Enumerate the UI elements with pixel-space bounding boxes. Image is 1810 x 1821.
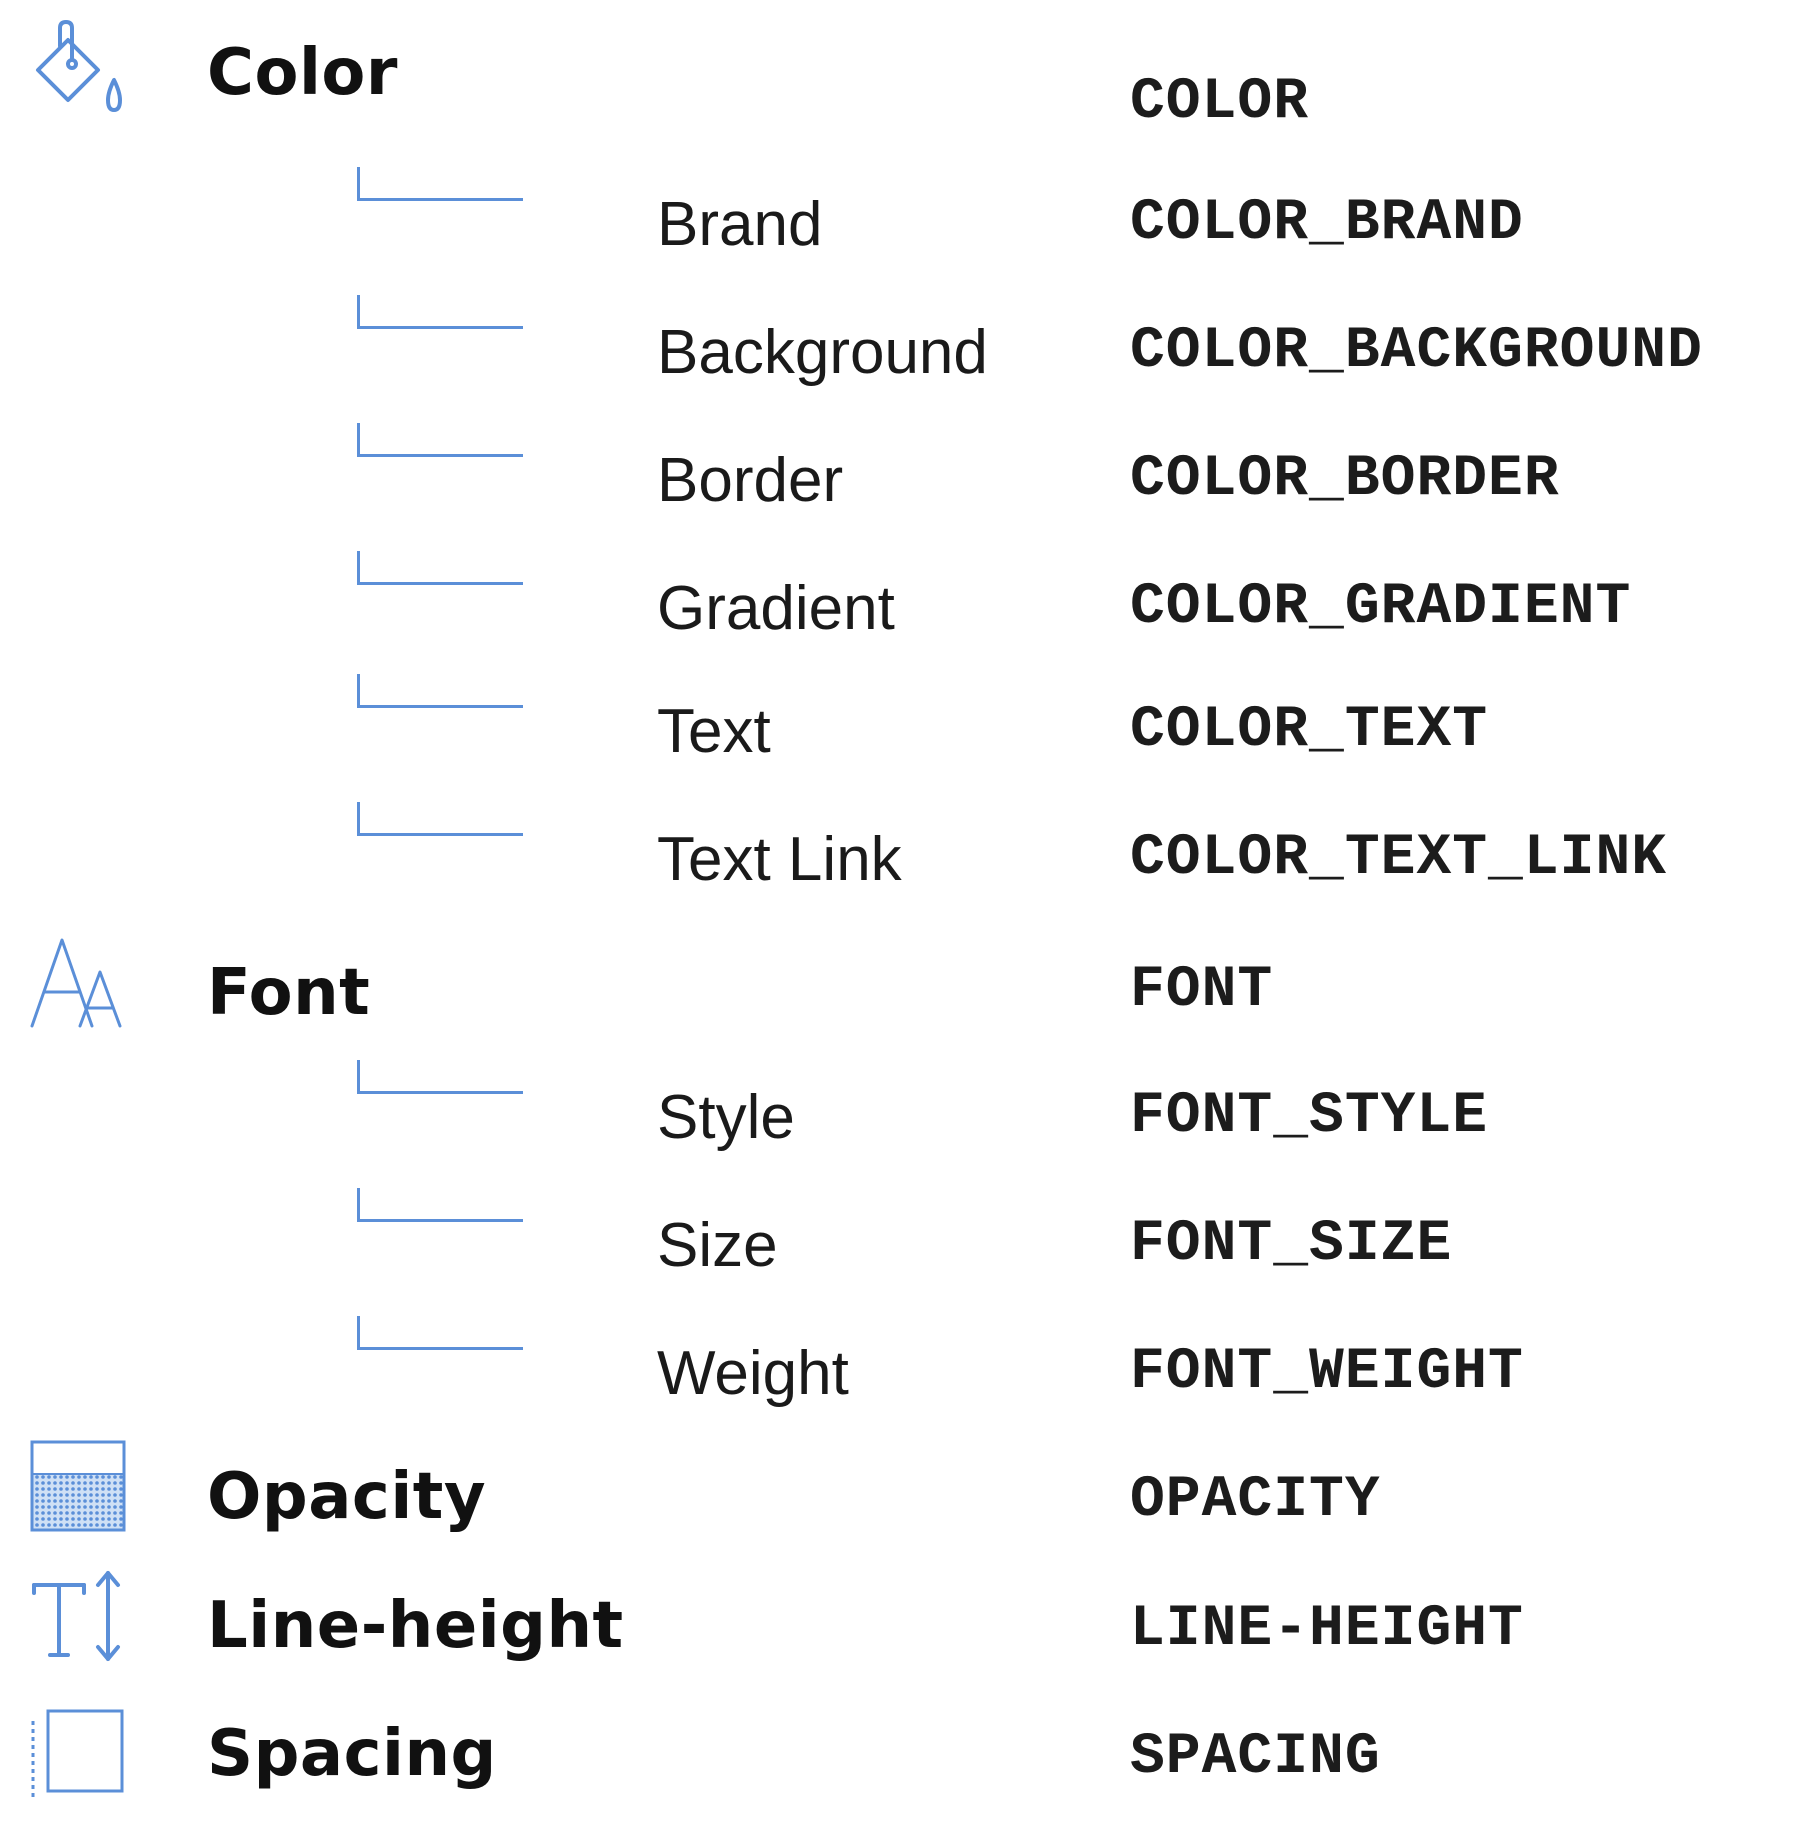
spacing-icon bbox=[28, 1705, 128, 1805]
tree-connector bbox=[357, 1188, 523, 1222]
group-label-color: Color bbox=[207, 36, 398, 110]
group-row-spacing: Spacing SPACING bbox=[0, 1693, 1810, 1821]
child-token: FONT_SIZE bbox=[1130, 1212, 1453, 1277]
child-label: Border bbox=[657, 446, 844, 515]
child-row-color-text-link: Text Link COLOR_TEXT_LINK bbox=[0, 800, 1810, 928]
child-label: Gradient bbox=[657, 574, 895, 643]
tree-connector bbox=[357, 295, 523, 329]
child-row-color-gradient: Gradient COLOR_GRADIENT bbox=[0, 549, 1810, 677]
group-token-spacing: SPACING bbox=[1130, 1725, 1381, 1790]
child-token: FONT_STYLE bbox=[1130, 1084, 1489, 1149]
tree-connector bbox=[357, 1316, 523, 1350]
token-tree: Color COLOR Brand COLOR_BRAND Background… bbox=[0, 0, 1810, 1801]
child-label: Style bbox=[657, 1083, 795, 1152]
child-token: COLOR_GRADIENT bbox=[1130, 575, 1632, 640]
tree-connector bbox=[357, 551, 523, 585]
group-token-opacity: OPACITY bbox=[1130, 1468, 1381, 1533]
tree-connector bbox=[357, 802, 523, 836]
line-height-icon bbox=[28, 1567, 128, 1667]
child-token: COLOR_TEXT_LINK bbox=[1130, 826, 1668, 891]
child-token: COLOR_TEXT bbox=[1130, 698, 1489, 763]
child-row-font-weight: Weight FONT_WEIGHT bbox=[0, 1314, 1810, 1442]
child-row-font-size: Size FONT_SIZE bbox=[0, 1186, 1810, 1314]
group-row-font: Font FONT bbox=[0, 930, 1810, 1058]
paint-bucket-icon bbox=[28, 18, 128, 118]
child-row-color-brand: Brand COLOR_BRAND bbox=[0, 165, 1810, 293]
child-label: Background bbox=[657, 318, 988, 387]
child-token: FONT_WEIGHT bbox=[1130, 1340, 1524, 1405]
child-token: COLOR_BACKGROUND bbox=[1130, 319, 1703, 384]
group-row-color: Color COLOR bbox=[0, 0, 1810, 135]
font-icon bbox=[28, 934, 128, 1034]
group-row-line-height: Line-height LINE-HEIGHT bbox=[0, 1565, 1810, 1693]
group-token-color: COLOR bbox=[1130, 70, 1310, 135]
child-row-font-style: Style FONT_STYLE bbox=[0, 1058, 1810, 1186]
child-row-color-background: Background COLOR_BACKGROUND bbox=[0, 293, 1810, 421]
tree-connector bbox=[357, 167, 523, 201]
group-token-line-height: LINE-HEIGHT bbox=[1130, 1597, 1524, 1662]
child-row-color-text: Text COLOR_TEXT bbox=[0, 672, 1810, 800]
tree-connector bbox=[357, 423, 523, 457]
group-label-font: Font bbox=[207, 956, 371, 1030]
tree-connector bbox=[357, 674, 523, 708]
child-label: Brand bbox=[657, 190, 823, 259]
opacity-icon bbox=[28, 1438, 128, 1538]
group-row-opacity: Opacity OPACITY bbox=[0, 1436, 1810, 1564]
child-row-color-border: Border COLOR_BORDER bbox=[0, 421, 1810, 549]
child-token: COLOR_BRAND bbox=[1130, 191, 1524, 256]
group-label-line-height: Line-height bbox=[207, 1589, 624, 1663]
child-label: Weight bbox=[657, 1339, 849, 1408]
child-label: Size bbox=[657, 1211, 778, 1280]
group-label-opacity: Opacity bbox=[207, 1460, 487, 1534]
child-token: COLOR_BORDER bbox=[1130, 447, 1560, 512]
child-label: Text bbox=[657, 697, 771, 766]
group-token-font: FONT bbox=[1130, 958, 1274, 1023]
group-label-spacing: Spacing bbox=[207, 1717, 497, 1791]
tree-connector bbox=[357, 1060, 523, 1094]
child-label: Text Link bbox=[657, 825, 902, 894]
